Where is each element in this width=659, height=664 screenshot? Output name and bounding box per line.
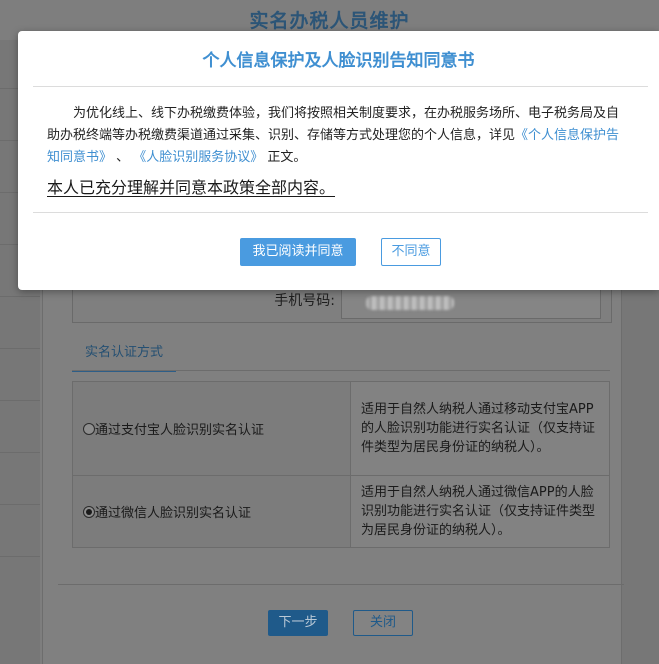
dialog-title: 个人信息保护及人脸识别告知同意书 bbox=[202, 51, 475, 71]
agree-button[interactable]: 我已阅读并同意 bbox=[240, 238, 356, 266]
option-label: 通过支付宝人脸识别实名认证 bbox=[95, 423, 265, 438]
radio-wechat[interactable] bbox=[83, 506, 95, 518]
next-step-button[interactable]: 下一步 bbox=[268, 610, 328, 636]
dialog-body: 为优化线上、线下办税缴费体验，我们将按照相关制度要求，在办税服务场所、电子税务局… bbox=[47, 103, 628, 169]
tab-divider bbox=[72, 370, 610, 371]
tab-auth-method[interactable]: 实名认证方式 bbox=[72, 342, 176, 372]
face-recognition-agreement-link[interactable]: 《人脸识别服务协议》 bbox=[133, 150, 263, 165]
close-button[interactable]: 关闭 bbox=[353, 610, 413, 636]
option-label: 通过微信人脸识别实名认证 bbox=[95, 506, 252, 521]
disagree-button[interactable]: 不同意 bbox=[381, 238, 441, 266]
consent-statement: 本人已充分理解并同意本政策全部内容。 bbox=[47, 178, 336, 197]
dialog-divider bbox=[33, 212, 648, 213]
table-row: 通过支付宝人脸识别实名认证 适用于自然人纳税人通过移动支付宝APP的人脸识别功能… bbox=[72, 381, 610, 476]
radio-alipay[interactable] bbox=[83, 423, 95, 435]
link-separator: 、 bbox=[112, 150, 134, 165]
body-text-end: 正文。 bbox=[263, 150, 307, 165]
dialog-divider bbox=[33, 86, 648, 87]
page-title: 实名办税人员维护 bbox=[249, 10, 410, 32]
phone-redacted-value bbox=[366, 296, 454, 310]
phone-field[interactable] bbox=[341, 287, 601, 319]
option-description: 适用于自然人纳税人通过微信APP的人脸识别功能进行实名认证（仅支持证件类型为居民… bbox=[350, 475, 610, 548]
option-alipay[interactable]: 通过支付宝人脸识别实名认证 bbox=[72, 381, 351, 476]
consent-dialog: 个人信息保护及人脸识别告知同意书 为优化线上、线下办税缴费体验，我们将按照相关制… bbox=[18, 31, 659, 290]
table-row: 通过微信人脸识别实名认证 适用于自然人纳税人通过微信APP的人脸识别功能进行实名… bbox=[72, 475, 610, 548]
option-description: 适用于自然人纳税人通过移动支付宝APP的人脸识别功能进行实名认证（仅支持证件类型… bbox=[350, 381, 610, 476]
auth-method-table: 通过支付宝人脸识别实名认证 适用于自然人纳税人通过移动支付宝APP的人脸识别功能… bbox=[72, 381, 610, 548]
footer-divider bbox=[58, 584, 624, 585]
option-wechat[interactable]: 通过微信人脸识别实名认证 bbox=[72, 475, 351, 548]
